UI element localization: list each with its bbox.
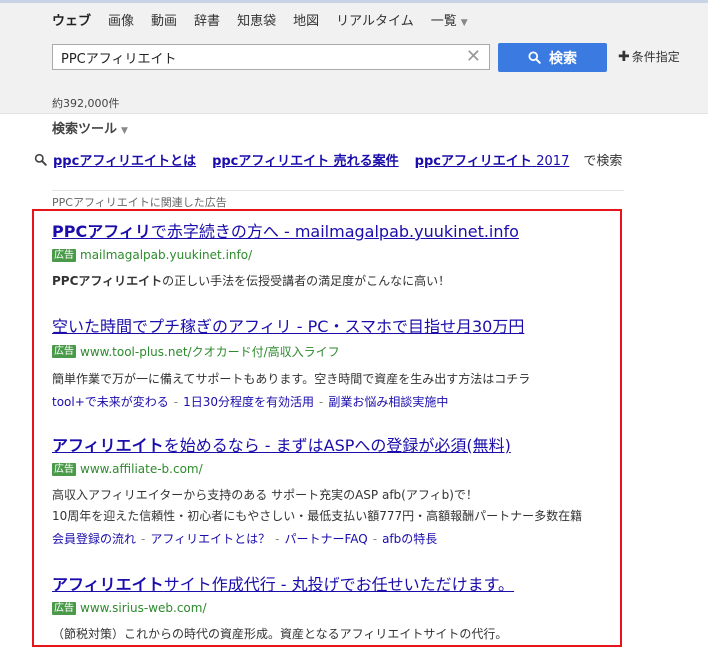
tab-videos[interactable]: 動画 (151, 10, 177, 29)
ad-badge: 広告 (52, 345, 76, 358)
related-search-link[interactable]: ppcアフィリエイト 2017 (415, 150, 570, 169)
ad-item: アフィリエイトを始めるなら - まずはASPへの登録が必須(無料) 広告 www.… (52, 436, 612, 547)
ad-title-text: を始めるなら - まずはASPへの登録が必須(無料) (163, 436, 511, 455)
ad-url-text: www.affiliate-b.com/ (80, 462, 203, 476)
search-icon (34, 153, 47, 166)
ad-url: 広告 mailmagalpab.yuukinet.info/ (52, 248, 612, 262)
ad-description: 簡単作業で万が一に備えてサポートもあります。空き時間で資産を生み出す方法はコチラ (52, 369, 612, 390)
ad-item: 空いた時間でプチ稼ぎのアフィリ - PC・スマホで目指せ月30万円 広告 www.… (52, 317, 612, 410)
sitelink[interactable]: パートナーFAQ (284, 532, 367, 546)
ad-badge: 広告 (52, 462, 76, 476)
search-input[interactable] (53, 45, 469, 69)
sitelink[interactable]: 1日30分程度を有効活用 (183, 395, 314, 409)
ad-url: 広告 www.tool-plus.net/クオカード付/高収入ライフ (52, 343, 612, 360)
ad-description: PPCアフィリエイトの正しい手法を伝授受講者の満足度がこんなに高い！ (52, 271, 612, 292)
result-count: 約392,000件 (52, 97, 120, 110)
search-tools-toggle[interactable]: 検索ツール ▼ (52, 118, 128, 137)
ad-desc-text-2: 10周年を迎えた信頼性・初心者にもやさしい・最低支払い額777円・高額報酬パート… (52, 509, 583, 523)
ad-title-bold: PPCアフィリ (52, 222, 151, 241)
chevron-down-icon: ▼ (121, 126, 128, 136)
related-search-suffix: で検索 (583, 154, 623, 169)
ad-description: 高収入アフィリエイターから支持のある サポート充実のASP afb(アフィb)で… (52, 485, 612, 527)
ad-item: PPCアフィリで赤字続きの方へ - mailmagalpab.yuukinet.… (52, 222, 612, 292)
ad-title-link[interactable]: アフィリエイトサイト作成代行 - 丸投げでお任せいただけます。 (52, 575, 612, 595)
ad-desc-text: 高収入アフィリエイターから支持のある サポート充実のASP afb(アフィb)で… (52, 488, 478, 502)
tab-images[interactable]: 画像 (108, 10, 134, 29)
ad-url-text: www.tool-plus.net/クオカード付/高収入ライフ (80, 345, 340, 359)
search-button-label: 検索 (549, 49, 577, 66)
sitelink[interactable]: 会員登録の流れ (52, 532, 136, 546)
ad-title-text: サイト作成代行 - 丸投げでお任せいただけます。 (163, 575, 515, 594)
sitelink[interactable]: アフィリエイトとは？ (150, 532, 270, 546)
ad-title-link[interactable]: PPCアフィリで赤字続きの方へ - mailmagalpab.yuukinet.… (52, 222, 612, 242)
tab-more[interactable]: 一覧 ▼ (431, 10, 468, 29)
sitelink-separator: - (141, 532, 146, 546)
tab-maps[interactable]: 地図 (293, 10, 319, 29)
ad-desc-text: （節税対策）これからの時代の資産形成。資産となるアフィリエイトサイトの代行。 (52, 627, 508, 641)
ad-sitelinks: tool+で未来が変わる -1日30分程度を有効活用 - 副業お悩み相談実施中 (52, 393, 612, 410)
sitelink[interactable]: tool+で未来が変わる (52, 395, 169, 409)
search-tools-label: 検索ツール (52, 122, 118, 137)
ads-header-suffix: に関連した広告 (149, 196, 227, 209)
tab-realtime[interactable]: リアルタイム (336, 10, 414, 29)
ad-desc-text: の正しい手法を伝授受講者の満足度がこんなに高い！ (162, 274, 451, 288)
sitelink-separator: - (173, 395, 179, 409)
tab-chiebukuro[interactable]: 知恵袋 (237, 10, 276, 29)
ads-header-keyword: PPCアフィリエイト (52, 196, 150, 209)
ad-badge: 広告 (52, 601, 76, 615)
ads-header: PPCアフィリエイトに関連した広告 (52, 190, 624, 210)
related-search-link[interactable]: ppcアフィリエイト 売れる案件 (212, 150, 399, 169)
ad-title-link[interactable]: 空いた時間でプチ稼ぎのアフィリ - PC・スマホで目指せ月30万円 (52, 317, 612, 337)
ad-item: アフィリエイトサイト作成代行 - 丸投げでお任せいただけます。 広告 www.si… (52, 575, 612, 645)
search-button[interactable]: 検索 (498, 43, 607, 72)
related-search-main: ppcアフィリエイト (414, 154, 532, 169)
ad-sitelinks: 会員登録の流れ - アフィリエイトとは？ - パートナーFAQ - afbの特長 (52, 530, 612, 547)
sitelink-separator: - (275, 532, 280, 546)
search-conditions-label: 条件指定 (631, 50, 680, 64)
search-box: ✕ (52, 44, 490, 70)
header-bar: ウェブ 画像 動画 辞書 知恵袋 地図 リアルタイム 一覧▼ ✕ 検索 ✚条件指… (0, 0, 708, 114)
ad-url-text: mailmagalpab.yuukinet.info/ (80, 248, 253, 262)
ad-url: 広告 www.sirius-web.com/ (52, 601, 612, 615)
related-search-main: ppcアフィリエイトとは (53, 154, 197, 169)
ad-title-link[interactable]: アフィリエイトを始めるなら - まずはASPへの登録が必須(無料) (52, 436, 612, 456)
search-icon (528, 51, 541, 64)
ad-title-bold: アフィリエイト (52, 436, 164, 455)
ad-description: （節税対策）これからの時代の資産形成。資産となるアフィリエイトサイトの代行。 (52, 624, 612, 645)
search-conditions-link[interactable]: ✚ 条件指定 (618, 48, 680, 65)
tab-dictionary[interactable]: 辞書 (194, 10, 220, 29)
chevron-down-icon: ▼ (460, 18, 468, 28)
sitelink-separator: - (319, 395, 324, 409)
related-searches: ppcアフィリエイトとは ppcアフィリエイト 売れる案件 ppcアフィリエイト… (34, 150, 622, 169)
accent-stripe (0, 0, 708, 3)
tab-web[interactable]: ウェブ (52, 10, 91, 29)
ad-title-text: で赤字続きの方へ - mailmagalpab.yuukinet.info (150, 222, 519, 241)
sitelink[interactable]: 副業お悩み相談実施中 (328, 395, 448, 409)
sitelink[interactable]: afbの特長 (382, 532, 437, 546)
related-search-main: ppcアフィリエイト 売れる案件 (212, 154, 399, 169)
tab-more-label: 一覧 (430, 14, 457, 29)
ad-desc-bold: PPCアフィリエイト (52, 274, 163, 288)
ad-url-text: www.sirius-web.com/ (80, 601, 207, 615)
related-search-link[interactable]: ppcアフィリエイトとは (53, 150, 196, 169)
ad-badge: 広告 (52, 248, 76, 262)
plus-icon: ✚ (618, 49, 630, 65)
ad-title-text: 空いた時間でプチ稼ぎのアフィリ - PC・スマホで目指せ月30万円 (52, 317, 525, 336)
search-tabs: ウェブ 画像 動画 辞書 知恵袋 地図 リアルタイム 一覧 ▼ (52, 10, 485, 29)
sitelink-separator: - (372, 532, 378, 546)
clear-icon[interactable]: ✕ (466, 46, 481, 68)
ad-title-bold: アフィリエイト (52, 575, 164, 594)
ad-desc-text: 簡単作業で万が一に備えてサポートもあります。空き時間で資産を生み出す方法はコチラ (52, 372, 531, 386)
related-search-sub: 2017 (536, 154, 570, 169)
ad-url: 広告 www.affiliate-b.com/ (52, 462, 612, 476)
